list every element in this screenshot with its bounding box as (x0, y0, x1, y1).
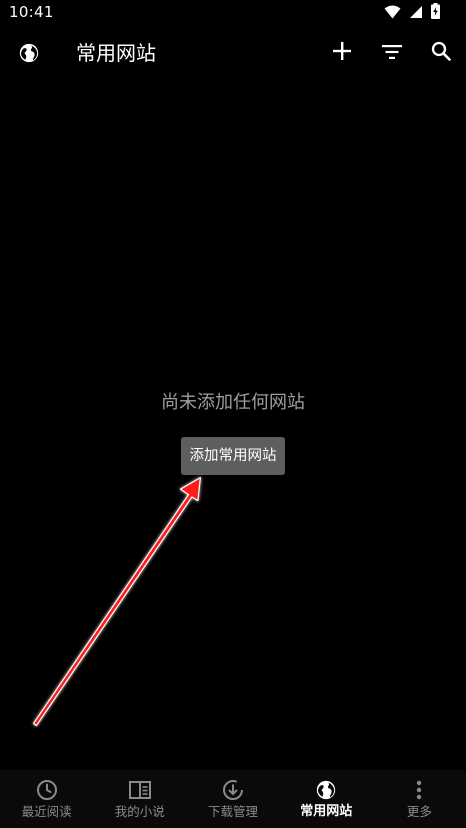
nav-item-more[interactable]: 更多 (373, 770, 466, 828)
app-bar: 常用网站 (0, 26, 466, 82)
filter-button[interactable] (379, 40, 405, 66)
battery-icon (431, 3, 440, 23)
clock-icon (36, 779, 58, 801)
status-time: 10:41 (9, 3, 54, 21)
status-bar: 10:41 (0, 0, 466, 26)
wifi-icon (384, 4, 401, 23)
nav-label: 下载管理 (208, 804, 259, 819)
nav-item-favorite-sites[interactable]: 常用网站 (280, 770, 373, 828)
nav-label: 更多 (406, 804, 432, 819)
bottom-navigation: 最近阅读 我的小说 下载管理 常用网站 更多 (0, 770, 466, 828)
add-button[interactable] (329, 40, 355, 66)
download-icon (222, 779, 244, 801)
nav-item-my-novels[interactable]: 我的小说 (93, 770, 186, 828)
add-icon (333, 42, 351, 64)
search-icon (431, 41, 451, 65)
globe-icon[interactable] (18, 42, 40, 64)
signal-icon (409, 4, 423, 23)
book-icon (128, 779, 151, 801)
globe-icon (315, 779, 337, 801)
page-title: 常用网站 (76, 41, 156, 65)
nav-label: 常用网站 (300, 804, 353, 819)
nav-item-recent-reading[interactable]: 最近阅读 (0, 770, 93, 828)
nav-label: 我的小说 (114, 804, 165, 819)
status-icons (384, 3, 440, 23)
nav-label: 最近阅读 (21, 804, 72, 819)
empty-state-message: 尚未添加任何网站 (161, 392, 305, 413)
add-favorite-site-button[interactable]: 添加常用网站 (181, 437, 285, 475)
search-button[interactable] (428, 40, 454, 66)
filter-icon (382, 44, 402, 63)
nav-item-download-manager[interactable]: 下载管理 (186, 770, 279, 828)
more-icon (408, 779, 430, 801)
